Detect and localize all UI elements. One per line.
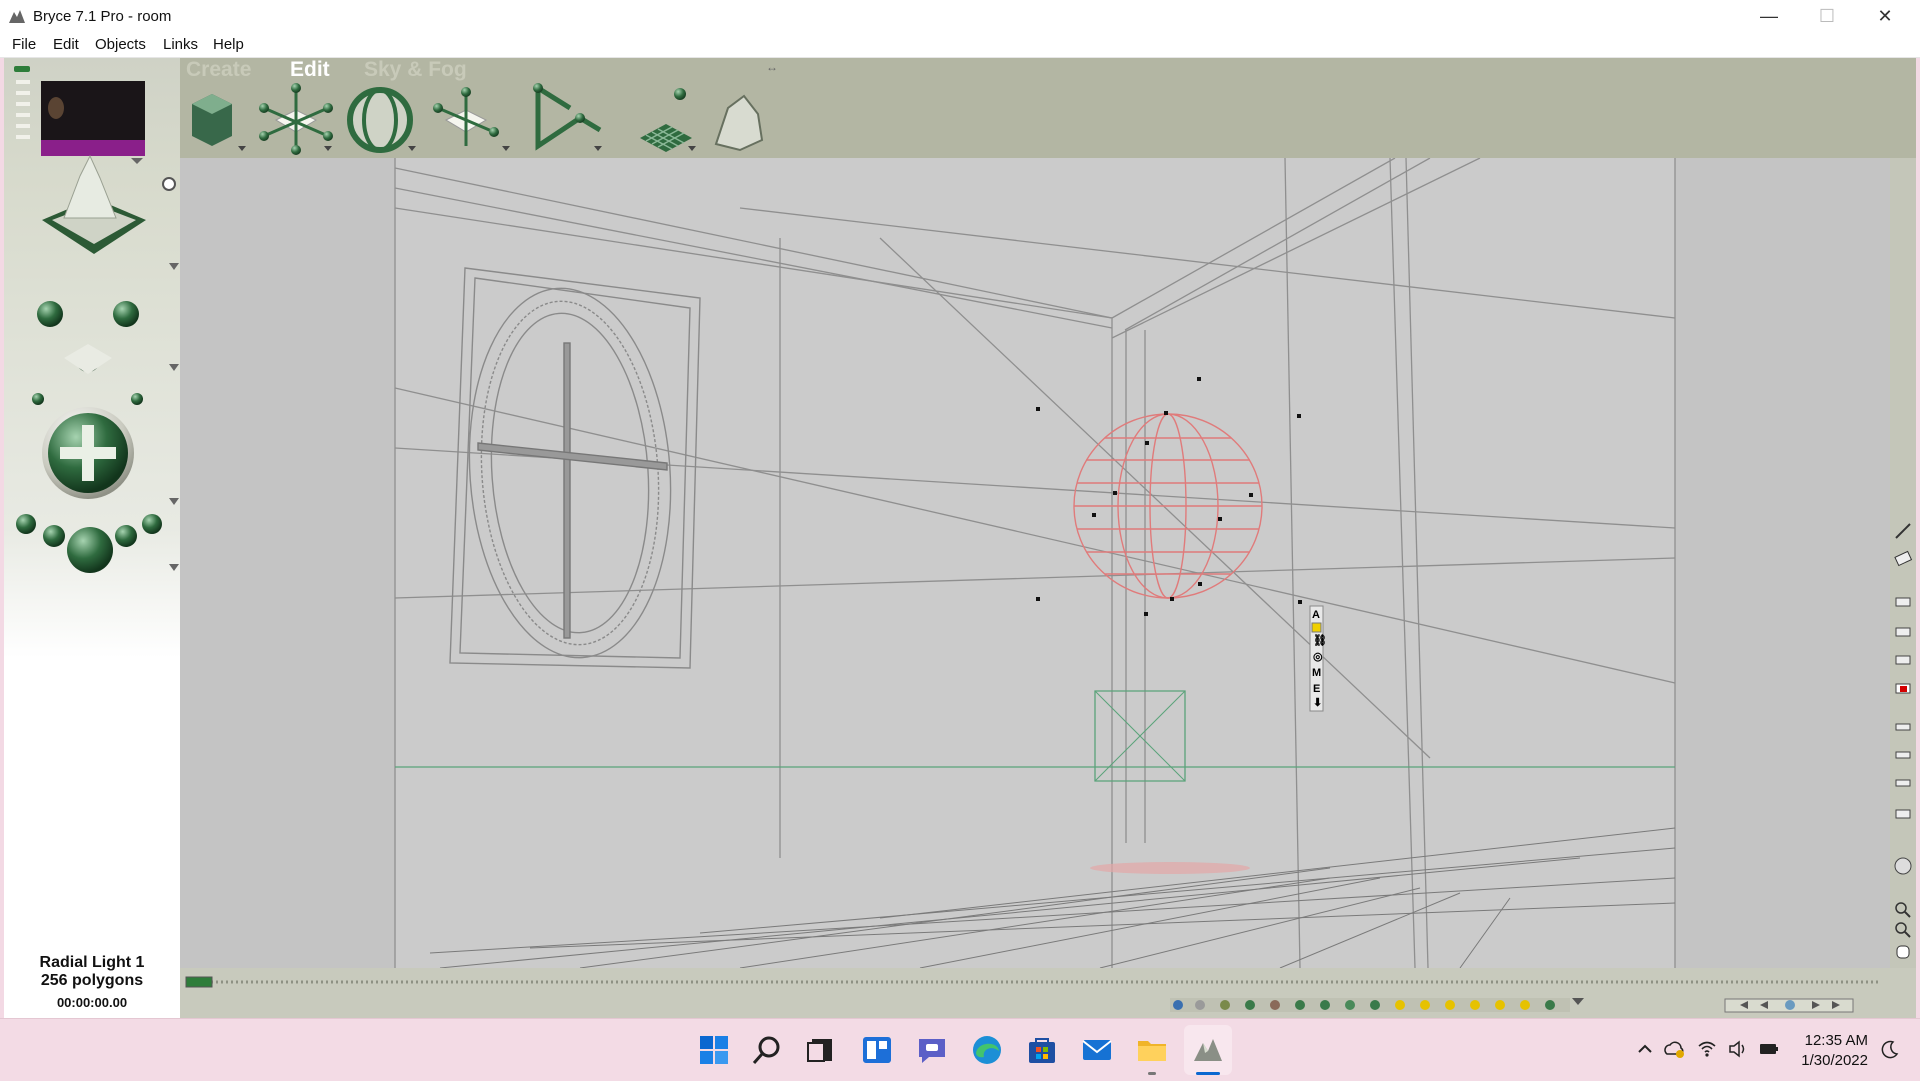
right-tool-strip <box>1890 158 1916 1018</box>
link-icon[interactable]: ⛓ <box>1313 634 1327 647</box>
focus-moon-icon[interactable] <box>1880 1039 1900 1059</box>
rock-tool[interactable] <box>714 94 764 152</box>
bryce-app-icon <box>9 10 25 23</box>
sphere-torus-tool[interactable] <box>347 87 416 153</box>
animation-timeline[interactable] <box>185 976 1880 988</box>
chevron-up-icon[interactable] <box>1636 1039 1654 1059</box>
timeline-bar <box>180 968 1916 1018</box>
light-tool[interactable] <box>259 83 333 155</box>
display-mode-icons[interactable] <box>1895 723 1911 819</box>
selected-object-name: Radial Light 1 <box>39 954 145 971</box>
tab-create[interactable]: Create <box>186 58 251 82</box>
selection-palette-icons[interactable] <box>1170 998 1584 1012</box>
record-icon[interactable] <box>1895 683 1911 694</box>
brush-icon[interactable] <box>1895 523 1911 539</box>
gizmo-label-a[interactable]: A <box>1312 609 1320 621</box>
gizmo-family-swatch[interactable] <box>1311 622 1322 633</box>
view-control[interactable] <box>42 154 179 270</box>
menu-help[interactable]: Help <box>213 36 244 53</box>
system-clock[interactable]: 12:35 AM 1/30/2022 <box>1784 1031 1868 1071</box>
tab-edit[interactable]: Edit <box>290 58 330 82</box>
gizmo-label-e[interactable]: E <box>1313 683 1320 695</box>
menu-edit[interactable]: Edit <box>53 36 79 53</box>
menu-bar: File Edit Objects Links Help <box>0 32 1920 58</box>
svg-text:↔: ↔ <box>766 60 778 74</box>
scene-preview-controls[interactable] <box>14 66 30 139</box>
clock-date: 1/30/2022 <box>1801 1052 1868 1069</box>
edge-browser-icon[interactable] <box>970 1033 1004 1067</box>
light-balls-control[interactable] <box>16 514 179 573</box>
microsoft-store-icon[interactable] <box>1025 1033 1059 1067</box>
taskbar: 12:35 AM 1/30/2022 <box>0 1018 1920 1081</box>
volume-icon[interactable] <box>1728 1039 1748 1059</box>
file-explorer-icon[interactable] <box>1135 1033 1169 1067</box>
timecode: 00:00:00.00 <box>56 995 128 1010</box>
drop-to-ground-icon[interactable]: ⬇ <box>1313 697 1322 709</box>
start-icon[interactable] <box>697 1033 731 1067</box>
path-tool[interactable] <box>533 83 602 151</box>
wifi-icon[interactable] <box>1697 1039 1717 1059</box>
menu-links[interactable]: Links <box>163 36 198 53</box>
task-view-icon[interactable] <box>803 1033 837 1067</box>
battery-icon[interactable] <box>1758 1039 1780 1059</box>
tab-sky-fog[interactable]: Sky & Fog <box>364 58 467 82</box>
camera-trackball-controls[interactable] <box>32 301 179 405</box>
playback-controls[interactable] <box>1724 998 1854 1013</box>
search-icon[interactable] <box>750 1033 784 1067</box>
eraser-icon[interactable] <box>1894 550 1913 567</box>
clock-time: 12:35 AM <box>1804 1032 1868 1049</box>
teams-chat-icon[interactable] <box>915 1033 949 1067</box>
menu-objects[interactable]: Objects <box>95 36 146 53</box>
nano-preview-thumbnail[interactable] <box>41 81 145 164</box>
maximize-button[interactable]: ☐ <box>1798 0 1856 32</box>
zoom-out-icon[interactable] <box>1895 922 1911 938</box>
gizmo-label-m[interactable]: M <box>1312 667 1321 679</box>
file-explorer-running-indicator <box>1148 1072 1156 1075</box>
minimize-button[interactable]: — <box>1740 0 1798 32</box>
pin-icon[interactable] <box>162 177 176 191</box>
wireframe-viewport[interactable]: A ⛓ ◎ M E ⬇ <box>180 158 1890 968</box>
radial-light-shadow <box>1090 862 1250 874</box>
close-button[interactable]: ✕ <box>1856 0 1914 32</box>
terrain-cube-tool[interactable] <box>192 94 246 151</box>
pan-hand-icon[interactable] <box>1896 945 1910 959</box>
bryce-active-indicator <box>1196 1072 1220 1075</box>
onedrive-cloud-icon[interactable] <box>1663 1039 1685 1059</box>
camera-cross-control[interactable] <box>42 407 179 505</box>
radial-light-tool[interactable] <box>433 87 510 151</box>
bryce-taskbar-icon[interactable] <box>1191 1033 1225 1067</box>
control-palette: Radial Light 1 256 polygons 00:00:00.00 <box>4 58 180 1018</box>
window-title: Bryce 7.1 Pro - room <box>33 8 172 25</box>
title-bar: Bryce 7.1 Pro - room — ☐ ✕ <box>0 0 1920 32</box>
mail-icon[interactable] <box>1080 1033 1114 1067</box>
widgets-icon[interactable] <box>860 1033 894 1067</box>
polygon-count: 256 polygons <box>40 972 144 989</box>
target-icon[interactable]: ◎ <box>1313 651 1323 663</box>
aperture-icon[interactable] <box>1894 857 1912 875</box>
menu-file[interactable]: File <box>12 36 36 53</box>
grid-object-tool[interactable] <box>640 88 696 152</box>
zoom-in-icon[interactable] <box>1895 902 1911 918</box>
view-mode-icons[interactable] <box>1895 597 1911 665</box>
